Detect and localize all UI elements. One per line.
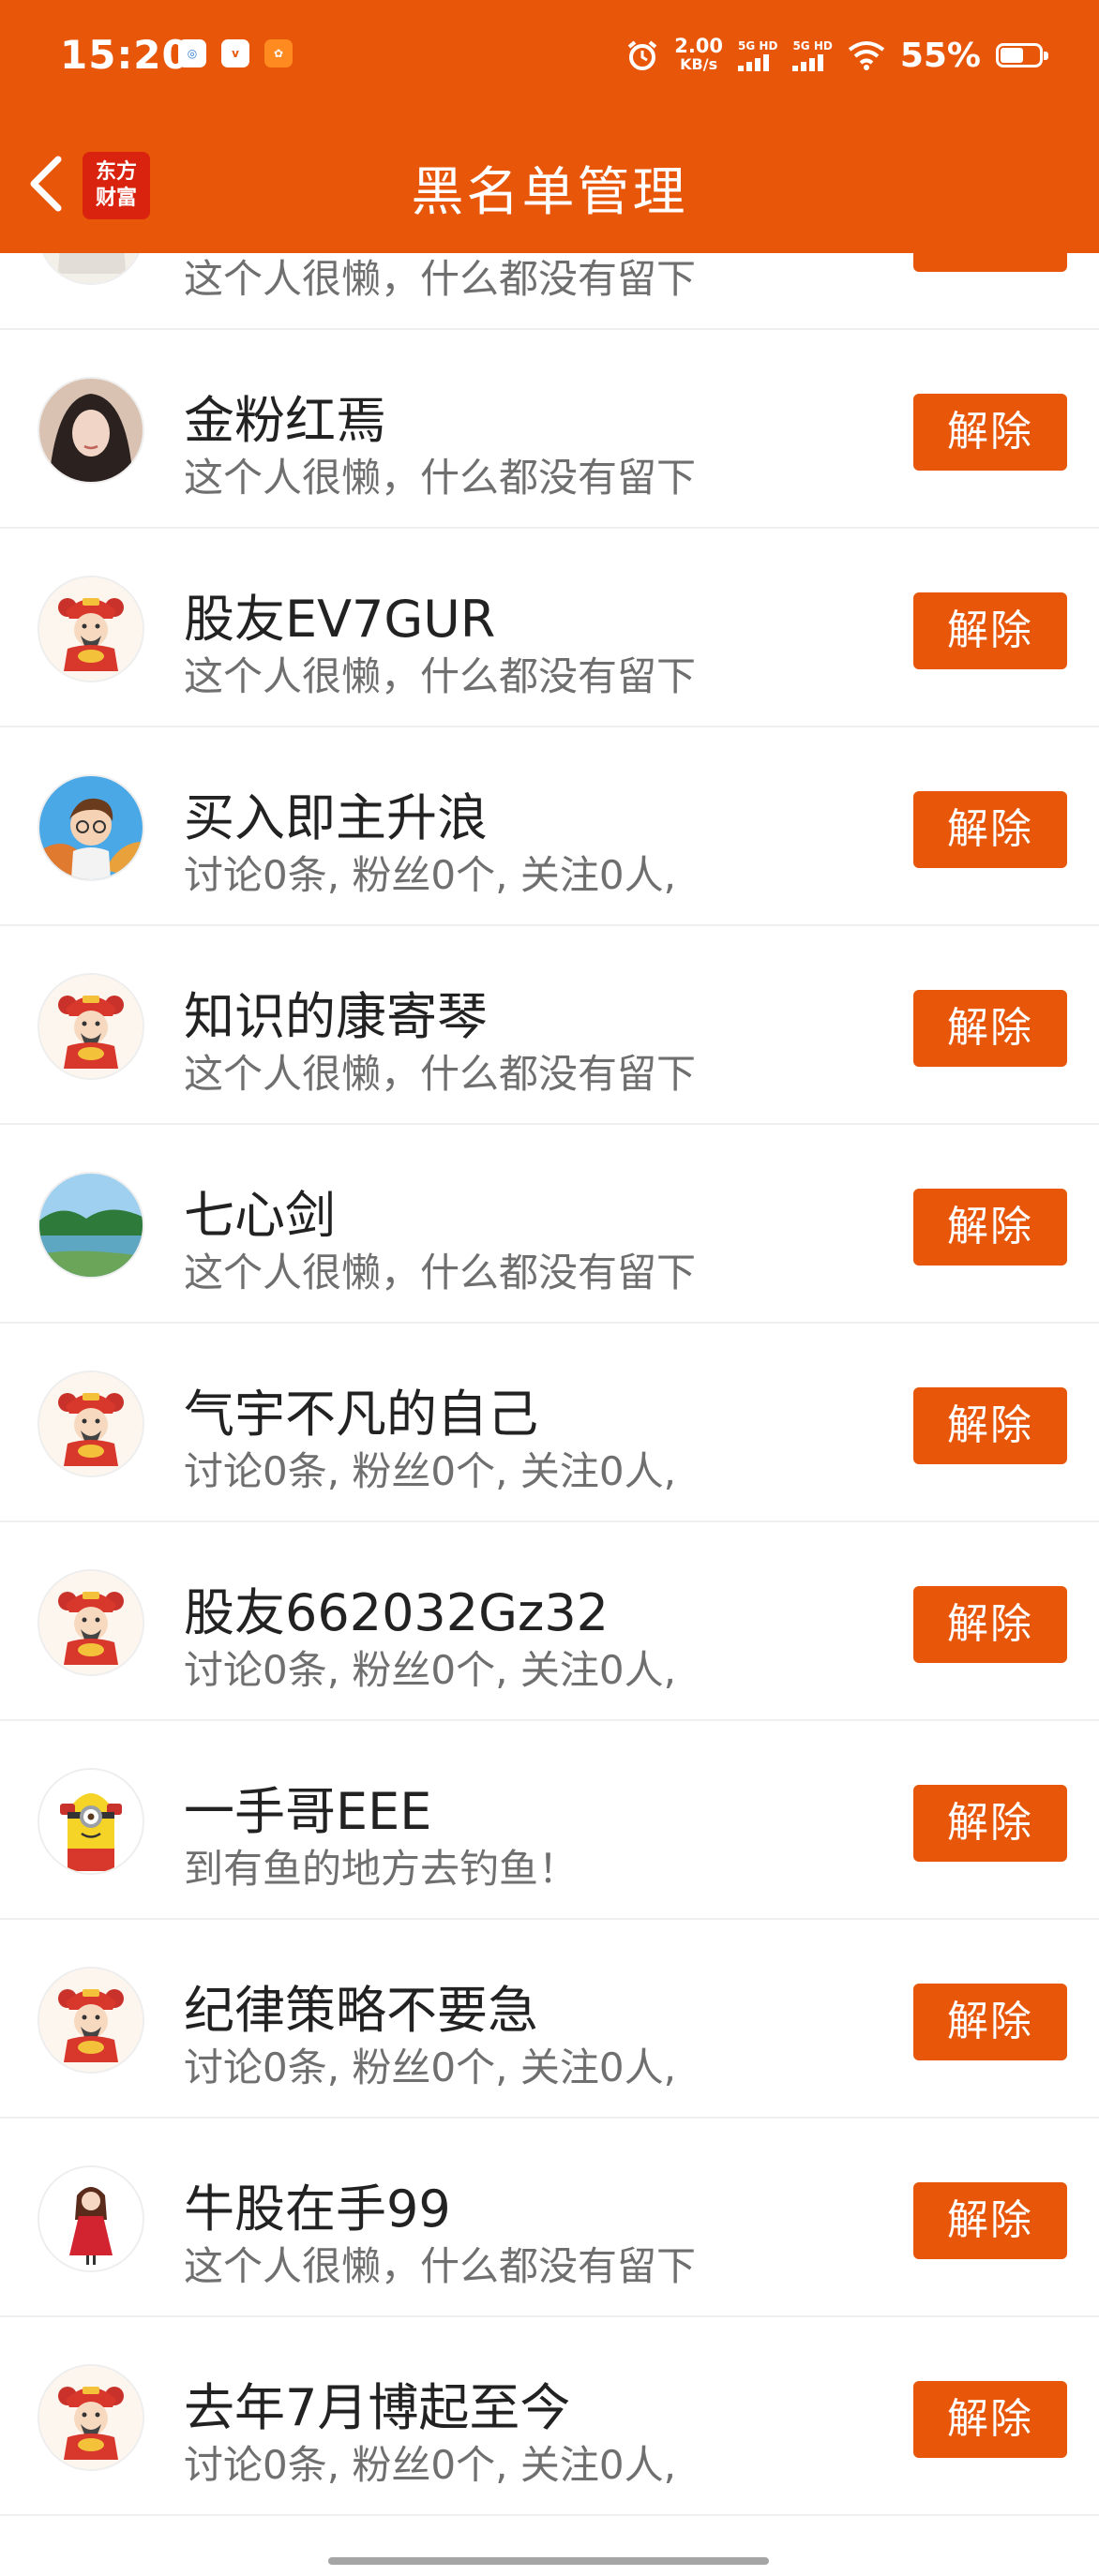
blacklist-viewport[interactable]: 康云北鼻这个人很懒，什么都没有留下解除 金粉红焉这个人很懒，什么都没有留下解除 … — [0, 253, 1099, 2576]
user-bio: 这个人很懒，什么都没有留下 — [184, 455, 697, 501]
user-avatar[interactable] — [38, 576, 144, 682]
app-header: 15:20 ◎ v ✿ 2.00 KB/s 5G HD 5G HD 55% 东方… — [0, 0, 1099, 253]
sim2-signal-icon: 5G HD — [792, 39, 833, 71]
user-name[interactable]: 七心剑 — [184, 1174, 336, 1248]
user-name[interactable]: 金粉红焉 — [184, 379, 386, 453]
sim1-signal-icon: 5G HD — [738, 39, 777, 71]
blocked-user-row[interactable]: 康云北鼻这个人很懒，什么都没有留下解除 — [0, 253, 1099, 330]
user-bio: 这个人很懒，什么都没有留下 — [184, 653, 697, 699]
user-name[interactable]: 一手哥EEE — [184, 1770, 431, 1844]
user-name[interactable]: 知识的康寄琴 — [184, 975, 488, 1049]
blocked-user-row[interactable]: 买入即主升浪 讨论0条, 粉丝0个, 关注0人, 解除 — [0, 727, 1099, 926]
blocked-user-row[interactable]: 股友EV7GUR 这个人很懒，什么都没有留下 解除 — [0, 529, 1099, 727]
user-avatar[interactable] — [38, 1569, 144, 1676]
blocked-user-row[interactable]: 纪律策略不要急 讨论0条, 粉丝0个, 关注0人, 解除 — [0, 1920, 1099, 2119]
blocked-user-row[interactable]: 一手哥EEE 到有鱼的地方去钓鱼！ 解除 — [0, 1721, 1099, 1920]
nav-bar: 东方 财富 黑名单管理 — [0, 112, 1099, 253]
home-indicator[interactable] — [328, 2557, 769, 2565]
blocked-user-row[interactable]: 牛股在手99 这个人很懒，什么都没有留下 解除 — [0, 2119, 1099, 2317]
user-avatar[interactable] — [38, 1172, 144, 1279]
sim1-label: 5G HD — [738, 39, 778, 52]
user-bio: 讨论0条, 粉丝0个, 关注0人, — [184, 1647, 676, 1693]
user-avatar[interactable] — [38, 1967, 144, 2074]
blacklist-page: 15:20 ◎ v ✿ 2.00 KB/s 5G HD 5G HD 55% 东方… — [0, 0, 1099, 2576]
user-name[interactable]: 气宇不凡的自己 — [184, 1372, 538, 1446]
vivo-app-icon: v — [221, 39, 249, 67]
notification-icons: ◎ v ✿ — [178, 39, 293, 67]
alarm-icon — [625, 38, 659, 72]
user-name[interactable]: 去年7月博起至今 — [184, 2366, 570, 2440]
unblock-button[interactable]: 解除 — [913, 1189, 1067, 1266]
status-indicators: 2.00 KB/s 5G HD 5G HD 55% — [625, 32, 1048, 79]
user-avatar[interactable] — [38, 2364, 144, 2471]
user-bio: 讨论0条, 粉丝0个, 关注0人, — [184, 852, 676, 898]
user-avatar[interactable] — [38, 1370, 144, 1477]
unblock-button[interactable]: 解除 — [913, 394, 1067, 471]
user-avatar[interactable] — [38, 774, 144, 881]
page-title: 黑名单管理 — [411, 162, 688, 223]
unblock-button[interactable]: 解除 — [913, 2381, 1067, 2458]
blocked-user-row[interactable]: 气宇不凡的自己 讨论0条, 粉丝0个, 关注0人, 解除 — [0, 1324, 1099, 1522]
user-avatar[interactable] — [38, 973, 144, 1080]
blocked-user-row[interactable]: 七心剑 这个人很懒，什么都没有留下 解除 — [0, 1125, 1099, 1324]
user-bio: 到有鱼的地方去钓鱼！ — [184, 1846, 579, 1892]
network-speed-value: 2.00 — [674, 35, 724, 57]
network-speed-unit: KB/s — [680, 55, 718, 73]
user-avatar[interactable] — [38, 2165, 144, 2272]
user-bio: 这个人很懒，什么都没有留下 — [184, 256, 697, 302]
user-name[interactable]: 牛股在手99 — [184, 2167, 451, 2241]
user-name[interactable]: 股友662032Gz32 — [184, 1571, 609, 1645]
unblock-button[interactable]: 解除 — [913, 2182, 1067, 2259]
unblock-button[interactable]: 解除 — [913, 1387, 1067, 1464]
battery-percent: 55% — [899, 36, 981, 75]
unblock-button[interactable]: 解除 — [913, 990, 1067, 1067]
battery-icon — [996, 43, 1048, 67]
blocked-user-row[interactable]: 知识的康寄琴 这个人很懒，什么都没有留下 解除 — [0, 926, 1099, 1125]
user-bio: 讨论0条, 粉丝0个, 关注0人, — [184, 2442, 676, 2488]
blocked-user-row[interactable]: 金粉红焉 这个人很懒，什么都没有留下 解除 — [0, 330, 1099, 529]
unblock-button[interactable]: 解除 — [913, 253, 1067, 272]
unblock-button[interactable]: 解除 — [913, 1785, 1067, 1862]
wifi-icon — [848, 40, 885, 70]
blacklist-list: 康云北鼻这个人很懒，什么都没有留下解除 金粉红焉这个人很懒，什么都没有留下解除 … — [0, 253, 1099, 2516]
user-bio: 这个人很懒，什么都没有留下 — [184, 1250, 697, 1295]
user-name[interactable]: 纪律策略不要急 — [184, 1969, 538, 2043]
unblock-button[interactable]: 解除 — [913, 1586, 1067, 1663]
user-bio: 讨论0条, 粉丝0个, 关注0人, — [184, 2044, 676, 2090]
unblock-button[interactable]: 解除 — [913, 592, 1067, 669]
user-name[interactable]: 买入即主升浪 — [184, 776, 488, 850]
user-bio: 这个人很懒，什么都没有留下 — [184, 1051, 697, 1097]
user-bio: 讨论0条, 粉丝0个, 关注0人, — [184, 1448, 676, 1494]
notification-app-icon: ◎ — [178, 39, 206, 67]
notification-app-icon: ✿ — [264, 39, 293, 67]
sim2-label: 5G HD — [792, 39, 833, 52]
unblock-button[interactable]: 解除 — [913, 1984, 1067, 2060]
blocked-user-row[interactable]: 股友662032Gz32 讨论0条, 粉丝0个, 关注0人, 解除 — [0, 1522, 1099, 1721]
user-name[interactable]: 股友EV7GUR — [184, 577, 495, 651]
status-bar: 15:20 ◎ v ✿ 2.00 KB/s 5G HD 5G HD 55% — [0, 0, 1099, 112]
user-avatar[interactable] — [38, 1768, 144, 1875]
unblock-button[interactable]: 解除 — [913, 791, 1067, 868]
blocked-user-row[interactable]: 去年7月博起至今 讨论0条, 粉丝0个, 关注0人, 解除 — [0, 2317, 1099, 2516]
network-speed: 2.00 KB/s — [674, 37, 723, 74]
user-avatar[interactable] — [38, 253, 144, 285]
status-time: 15:20 — [60, 32, 190, 78]
user-bio: 这个人很懒，什么都没有留下 — [184, 2243, 697, 2289]
user-avatar[interactable] — [38, 377, 144, 484]
